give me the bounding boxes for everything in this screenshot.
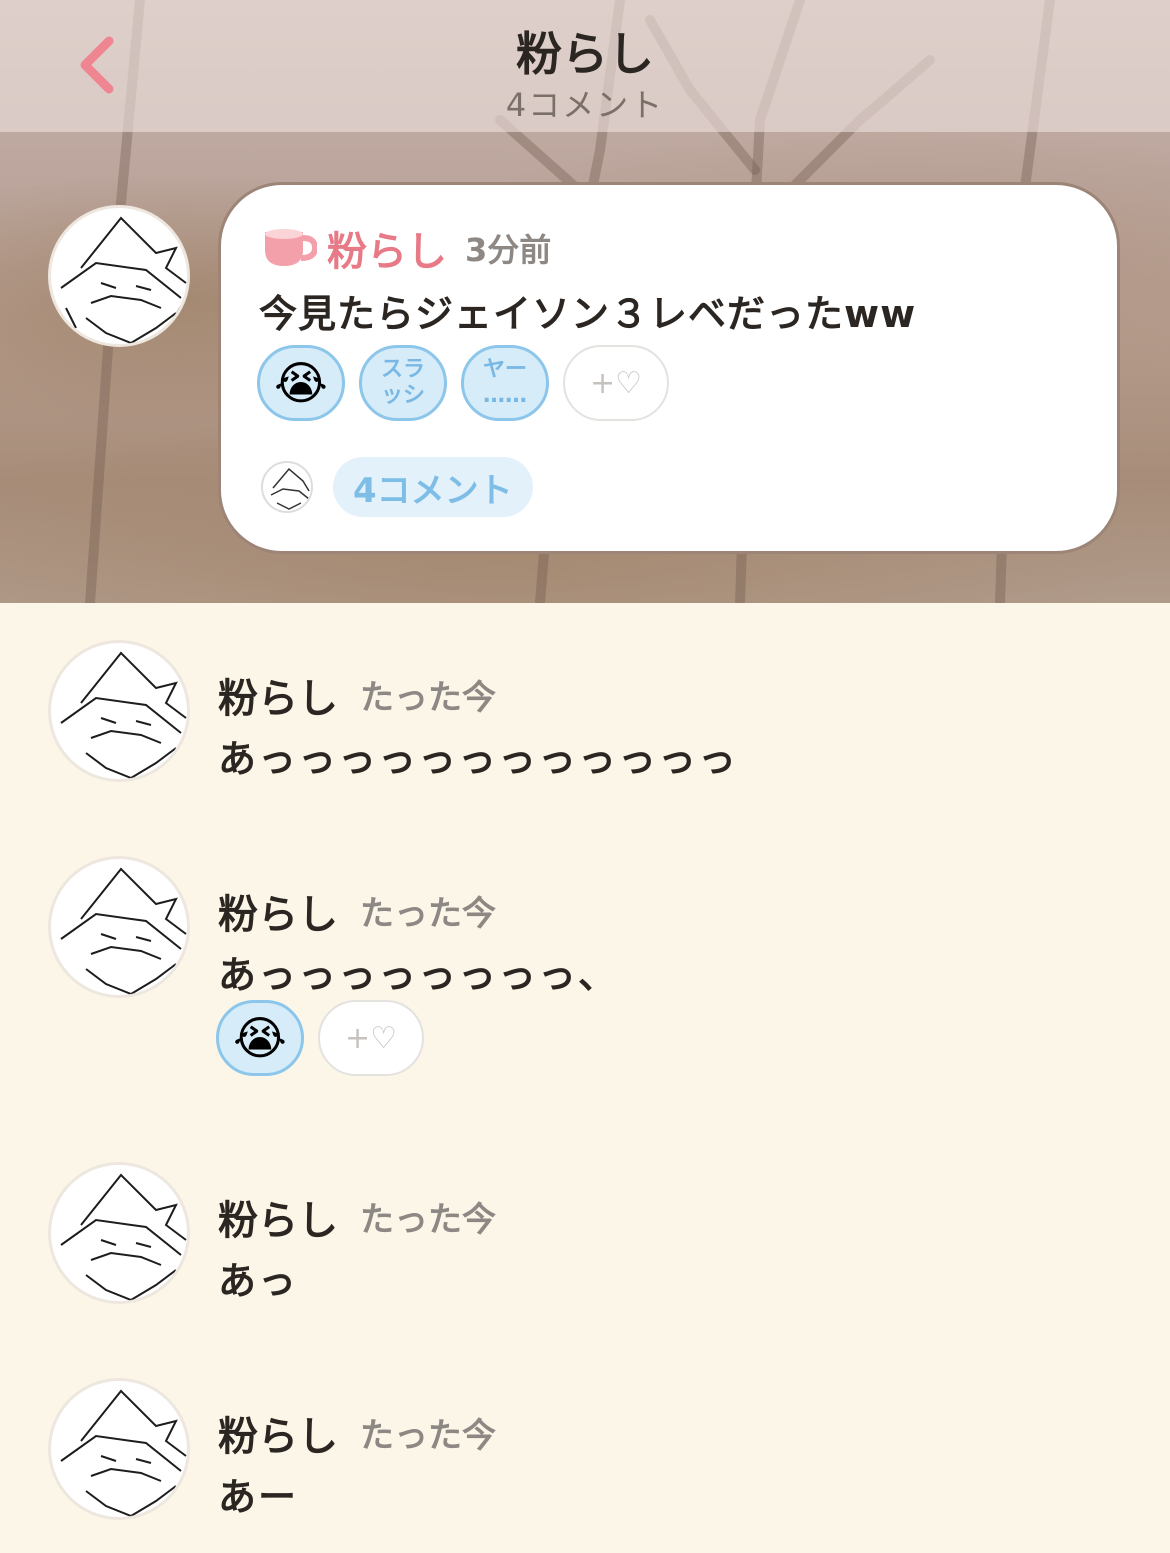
comment-author-name[interactable]: 粉らし [218,1404,338,1462]
comment-item: 粉らし たった今 あっっっっっっっっ、 😭 +♡ [0,856,1170,1096]
stamp-line-1: ヤー [482,357,527,382]
add-reaction-button[interactable]: +♡ [563,345,669,421]
comment-author-name[interactable]: 粉らし [218,882,338,940]
crying-face-icon: 😭 [233,1011,287,1065]
add-heart-icon: +♡ [344,1020,398,1056]
page-title: 粉らし [516,27,654,81]
post-card: 粉らし 3分前 今見たらジェイソン３レベだったww 😭 スラ ッシ ヤー …… … [218,182,1120,554]
post-timestamp: 3分前 [465,231,552,269]
teacup-icon [265,229,317,266]
comment-author-name[interactable]: 粉らし [218,1188,338,1246]
sketch-character-image [270,467,310,510]
comment-author-name[interactable]: 粉らし [218,666,338,724]
comment-item: 粉らし たった今 あー [0,1378,1170,1548]
sketch-character-image [60,867,187,995]
sketch-character-image [60,1389,187,1517]
reaction-stamp-slash[interactable]: スラ ッシ [359,345,447,421]
comment-timestamp: たった今 [360,1416,496,1456]
comment-count-button[interactable]: 4コメント [333,457,533,517]
comment-author-avatar[interactable] [48,640,190,782]
post-author-avatar[interactable] [48,205,190,347]
crying-face-icon: 😭 [274,356,328,410]
comment-timestamp: たった今 [360,1200,496,1240]
comment-author-avatar[interactable] [48,1162,190,1304]
comment-author-avatar[interactable] [48,856,190,998]
comment-timestamp: たった今 [360,894,496,934]
post-footer: 4コメント [261,457,533,517]
page-subtitle-comment-count: 4コメント [505,86,665,124]
stamp-line-1: スラ [380,357,425,382]
post-body-text: 今見たらジェイソン３レベだったww [259,292,917,336]
top-navigation-bar: 粉らし 4コメント [0,0,1170,132]
reaction-stamp-yaa[interactable]: ヤー …… [461,345,549,421]
comment-text: あっっっっっっっっ、 [218,953,619,997]
post-reactions: 😭 スラ ッシ ヤー …… +♡ [257,345,669,421]
stamp-label: スラ ッシ [381,357,425,409]
post-author-name[interactable]: 粉らし [327,219,447,277]
reaction-crying-emoji[interactable]: 😭 [216,1000,304,1076]
stamp-line-2: …… [482,383,527,408]
comment-author-avatar[interactable] [48,1378,190,1520]
stamp-line-2: ッシ [380,383,425,408]
commenter-mini-avatar [261,461,313,513]
sketch-character-image [60,1173,187,1301]
reaction-crying-emoji[interactable]: 😭 [257,345,345,421]
add-reaction-button[interactable]: +♡ [318,1000,424,1076]
comment-text: あー [218,1475,299,1519]
stamp-label: ヤー …… [483,357,527,409]
sketch-character-image [60,216,187,344]
add-heart-icon: +♡ [589,365,643,401]
sketch-character-image [60,651,187,779]
post-header: 粉らし 3分前 [261,223,552,275]
comment-item: 粉らし たった今 あっ [0,1162,1170,1342]
comment-text: あっっっっっっっっっっっっ [218,737,739,781]
comment-item: 粉らし たった今 あっっっっっっっっっっっっ [0,640,1170,820]
comment-reactions: 😭 +♡ [216,1000,424,1076]
comment-timestamp: たった今 [360,678,496,718]
comment-text: あっ [218,1259,299,1303]
